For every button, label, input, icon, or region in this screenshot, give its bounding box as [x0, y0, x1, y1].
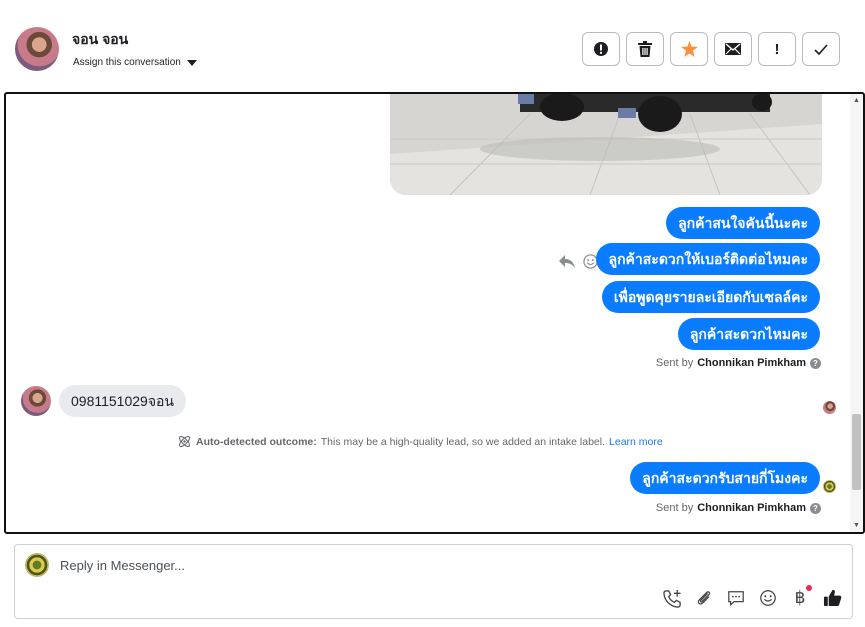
envelope-icon [725, 43, 741, 55]
sent-by-prefix: Sent by [655, 357, 694, 369]
saved-replies-button[interactable] [726, 588, 746, 608]
mark-done-button[interactable] [802, 32, 840, 66]
composer-toolbar: ฿ [662, 585, 842, 608]
check-icon [814, 43, 828, 55]
contact-avatar[interactable] [15, 27, 59, 71]
assign-label: Assign this conversation [73, 57, 181, 68]
assign-conversation-dropdown[interactable]: Assign this conversation [73, 57, 197, 68]
attach-button[interactable] [694, 588, 714, 608]
conversation-header: จอน จอน Assign this conversation ! [0, 0, 865, 92]
payment-button[interactable]: ฿ [790, 585, 812, 608]
trash-icon [638, 41, 652, 57]
scroll-down-arrow[interactable]: ▼ [852, 521, 861, 530]
paperclip-icon [697, 591, 711, 605]
reply-icon[interactable] [559, 254, 575, 269]
seen-page-avatar [823, 480, 836, 493]
call-button[interactable] [662, 588, 682, 608]
incoming-message[interactable]: 0981151029จอน [59, 385, 187, 417]
mark-unread-button[interactable] [714, 32, 752, 66]
auto-outcome-label: Auto-detected outcome: [196, 435, 317, 448]
sent-by-label: Sent by Chonnikan Pimkham ? [656, 357, 821, 369]
sent-by-prefix: Sent by [655, 502, 694, 514]
delete-button[interactable] [626, 32, 664, 66]
attached-car-photo[interactable] [390, 94, 822, 195]
conversation-actions: ! [582, 32, 840, 66]
star-icon [680, 41, 698, 57]
seen-avatar [823, 401, 836, 414]
smiley-icon [760, 590, 776, 606]
reply-input[interactable] [60, 558, 760, 573]
star-button[interactable] [670, 32, 708, 66]
outgoing-message[interactable]: ลูกค้าสะดวกไหมคะ [677, 318, 820, 350]
contact-name[interactable]: จอน จอน [72, 29, 128, 51]
contact-avatar-small[interactable] [21, 386, 51, 416]
caret-down-icon [186, 59, 197, 66]
help-icon[interactable]: ? [810, 357, 821, 369]
page-avatar [25, 553, 49, 577]
baht-icon: ฿ [794, 588, 806, 607]
help-icon[interactable]: ? [810, 502, 821, 514]
chat-bubble-icon [728, 591, 744, 607]
message-thread[interactable]: ลูกค้าสนใจคันนี้นะคะ ลูกค้าสะดวกให้เบอร์… [4, 92, 865, 534]
messenger-conversation: จอน จอน Assign this conversation ! ลูกค้… [0, 0, 865, 627]
outgoing-message[interactable]: ลูกค้าสะดวกรับสายกี่โมงคะ [630, 462, 820, 494]
emoji-button[interactable] [758, 588, 778, 608]
learn-more-link[interactable]: Learn more [609, 436, 663, 448]
scroll-thumb[interactable] [852, 414, 861, 490]
thumbs-up-icon [823, 589, 841, 607]
outgoing-message[interactable]: เพื่อพูดคุยรายละเอียดกับเซลล์คะ [601, 281, 820, 313]
scroll-up-arrow[interactable]: ▲ [852, 96, 861, 105]
sender-name: Chonnikan Pimkham [697, 357, 806, 369]
message-hover-actions [559, 254, 598, 269]
thread-scrollbar[interactable]: ▲ ▼ [850, 94, 863, 532]
phone-plus-icon [662, 589, 681, 608]
exclamation-icon: ! [774, 40, 780, 58]
reply-composer: ฿ [14, 544, 853, 619]
mark-spam-button[interactable] [582, 32, 620, 66]
follow-up-button[interactable]: ! [758, 32, 796, 66]
outgoing-message[interactable]: ลูกค้าสะดวกให้เบอร์ติดต่อไหมคะ [596, 243, 820, 275]
sender-name: Chonnikan Pimkham [697, 502, 806, 514]
atom-icon [178, 435, 191, 448]
notification-dot [806, 585, 812, 591]
like-button[interactable] [822, 588, 842, 608]
car-image [390, 94, 822, 195]
auto-detected-outcome: Auto-detected outcome: This may be a hig… [177, 434, 663, 449]
alert-circle-icon [594, 42, 608, 56]
auto-outcome-text: This may be a high-quality lead, so we a… [320, 435, 606, 448]
sent-by-label: Sent by Chonnikan Pimkham ? [656, 502, 821, 514]
outgoing-message[interactable]: ลูกค้าสนใจคันนี้นะคะ [666, 207, 820, 239]
